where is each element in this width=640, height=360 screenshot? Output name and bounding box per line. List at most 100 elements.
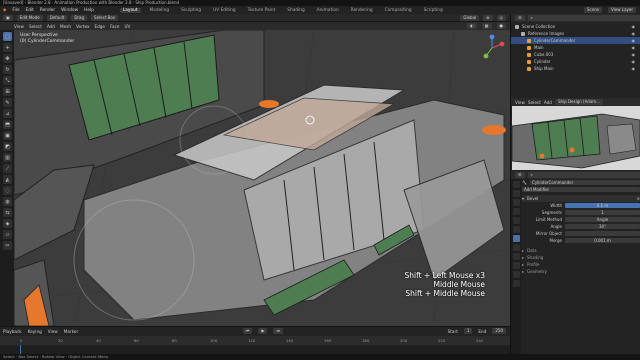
overlay-toggle-icon[interactable]: ◐: [467, 23, 477, 29]
menu-vertex[interactable]: Vertex: [76, 24, 89, 29]
image-selector[interactable]: Ship Design (Adam...: [554, 99, 603, 105]
property-field[interactable]: Angle: [565, 217, 640, 222]
smooth-icon[interactable]: ◍: [3, 197, 12, 206]
navigation-gizmo[interactable]: [478, 34, 506, 62]
data-tab-icon[interactable]: [512, 271, 520, 278]
property-field[interactable]: 30°: [565, 224, 640, 229]
menu-add[interactable]: Add: [47, 24, 55, 29]
image-add-menu[interactable]: Add: [544, 100, 552, 105]
reference-image-view[interactable]: [512, 106, 640, 170]
tab-texture-paint[interactable]: Texture Paint: [245, 8, 279, 13]
tab-modeling[interactable]: Modeling: [147, 8, 173, 13]
end-frame-field[interactable]: 250: [492, 328, 506, 334]
menu-file[interactable]: File: [12, 8, 19, 13]
mode-dropdown[interactable]: Edit Mode: [16, 14, 43, 21]
proportional-edit-icon[interactable]: ◎: [496, 14, 506, 21]
z-axis-icon[interactable]: [489, 34, 495, 40]
outliner-row[interactable]: Main ◉: [511, 44, 640, 51]
tab-layout[interactable]: Layout: [119, 7, 141, 13]
scale-icon[interactable]: ⤡: [3, 76, 12, 85]
particles-tab-icon[interactable]: [512, 244, 520, 251]
property-field[interactable]: 0.001 m: [565, 238, 640, 243]
properties-type-icon[interactable]: ⚙: [515, 172, 525, 178]
bevel-modifier-header[interactable]: ▾ Bevel ✕: [522, 195, 640, 202]
cursor-icon[interactable]: +: [3, 43, 12, 52]
annotate-icon[interactable]: ✎: [3, 98, 12, 107]
bevel-icon[interactable]: ◩: [3, 142, 12, 151]
visibility-eye-icon[interactable]: ◉: [632, 58, 636, 65]
drag-dropdown[interactable]: Drag: [71, 14, 88, 21]
rip-region-icon[interactable]: ✂: [3, 241, 12, 250]
tab-rendering[interactable]: Rendering: [348, 8, 376, 13]
outliner-row[interactable]: Cube.003 ◉: [511, 51, 640, 58]
collapse-icon[interactable]: ▾: [522, 196, 524, 201]
blender-logo-icon[interactable]: ◆: [3, 8, 6, 13]
play-icon[interactable]: ▶: [258, 328, 268, 334]
property-field[interactable]: [565, 231, 640, 236]
xray-toggle-icon[interactable]: ▦: [481, 23, 492, 29]
transform-icon[interactable]: ⊞: [3, 87, 12, 96]
visibility-eye-icon[interactable]: ◉: [632, 44, 636, 51]
spin-icon[interactable]: ◌: [3, 186, 12, 195]
menu-render[interactable]: Render: [40, 8, 55, 13]
tab-shading[interactable]: Shading: [284, 8, 307, 13]
view-layer-tab-icon[interactable]: [512, 199, 520, 206]
start-frame-field[interactable]: 1: [463, 328, 473, 334]
modifier-tab-icon[interactable]: [512, 235, 520, 242]
menu-edit[interactable]: Edit: [26, 8, 34, 13]
timeline-view-menu[interactable]: View: [48, 329, 58, 334]
collapsed-section[interactable]: ▸ Shading: [522, 254, 640, 261]
outliner-row[interactable]: CylinderCommander ◉: [511, 37, 640, 44]
shading-mode-icon[interactable]: ●: [496, 23, 506, 29]
pivot-dropdown[interactable]: Global: [460, 14, 480, 21]
shrink-fatten-icon[interactable]: ◈: [3, 219, 12, 228]
physics-tab-icon[interactable]: [512, 253, 520, 260]
timeline-playback-menu[interactable]: Playback: [3, 329, 22, 334]
collapsed-section[interactable]: ▸ Profile: [522, 261, 640, 268]
knife-icon[interactable]: ⟋: [3, 164, 12, 173]
timeline-keying-menu[interactable]: Keying: [28, 329, 42, 334]
outliner-row[interactable]: Cylinder ◉: [511, 58, 640, 65]
outliner[interactable]: Scene Collection ◉ Reference Images ◉ Cylind…: [511, 23, 640, 97]
editor-type-button[interactable]: ▣: [3, 14, 13, 21]
jump-end-icon[interactable]: ⏭: [273, 328, 284, 334]
outliner-row[interactable]: Reference Images ◉: [511, 30, 640, 37]
rotate-icon[interactable]: ↻: [3, 65, 12, 74]
add-modifier-dropdown[interactable]: Add Modifier: [522, 187, 640, 192]
constraints-tab-icon[interactable]: [512, 262, 520, 269]
properties-search[interactable]: ⌕: [527, 172, 640, 178]
snap-icon[interactable]: ⊕: [483, 14, 493, 21]
object-name-field[interactable]: CylinderCommander: [529, 180, 640, 185]
select-box-dropdown[interactable]: Select Box: [91, 14, 119, 21]
menu-select[interactable]: Select: [29, 24, 42, 29]
visibility-eye-icon[interactable]: ◉: [632, 37, 636, 44]
menu-face[interactable]: Face: [110, 24, 119, 29]
collapsed-section[interactable]: ▸ Data: [522, 247, 640, 254]
measure-icon[interactable]: ⊿: [3, 109, 12, 118]
output-tab-icon[interactable]: [512, 190, 520, 197]
jump-start-icon[interactable]: ⏮: [242, 328, 253, 334]
y-axis-icon[interactable]: [483, 53, 489, 59]
menu-mesh[interactable]: Mesh: [60, 24, 71, 29]
collapsed-section[interactable]: ▸ Geometry: [522, 268, 640, 275]
menu-help[interactable]: Help: [84, 8, 94, 13]
tab-sculpting[interactable]: Sculpting: [178, 8, 204, 13]
scene-tab-icon[interactable]: [512, 208, 520, 215]
view-layer-selector[interactable]: View Layer: [608, 7, 636, 13]
edge-slide-icon[interactable]: ⇆: [3, 208, 12, 217]
visibility-eye-icon[interactable]: ◉: [632, 51, 636, 58]
menu-uv[interactable]: UV: [124, 24, 130, 29]
inset-icon[interactable]: ▣: [3, 131, 12, 140]
outliner-type-icon[interactable]: ☰: [515, 15, 525, 21]
image-select-menu[interactable]: Select: [528, 100, 541, 105]
select-box-icon[interactable]: ▢: [3, 32, 12, 41]
image-view-menu[interactable]: View: [515, 100, 525, 105]
object-tab-icon[interactable]: [512, 226, 520, 233]
loop-cut-icon[interactable]: ▥: [3, 153, 12, 162]
timeline-marker-menu[interactable]: Marker: [64, 329, 78, 334]
world-tab-icon[interactable]: [512, 217, 520, 224]
visibility-eye-icon[interactable]: ◉: [632, 30, 636, 37]
visibility-eye-icon[interactable]: ◉: [632, 65, 636, 72]
shear-icon[interactable]: ▱: [3, 230, 12, 239]
menu-window[interactable]: Window: [61, 8, 78, 13]
